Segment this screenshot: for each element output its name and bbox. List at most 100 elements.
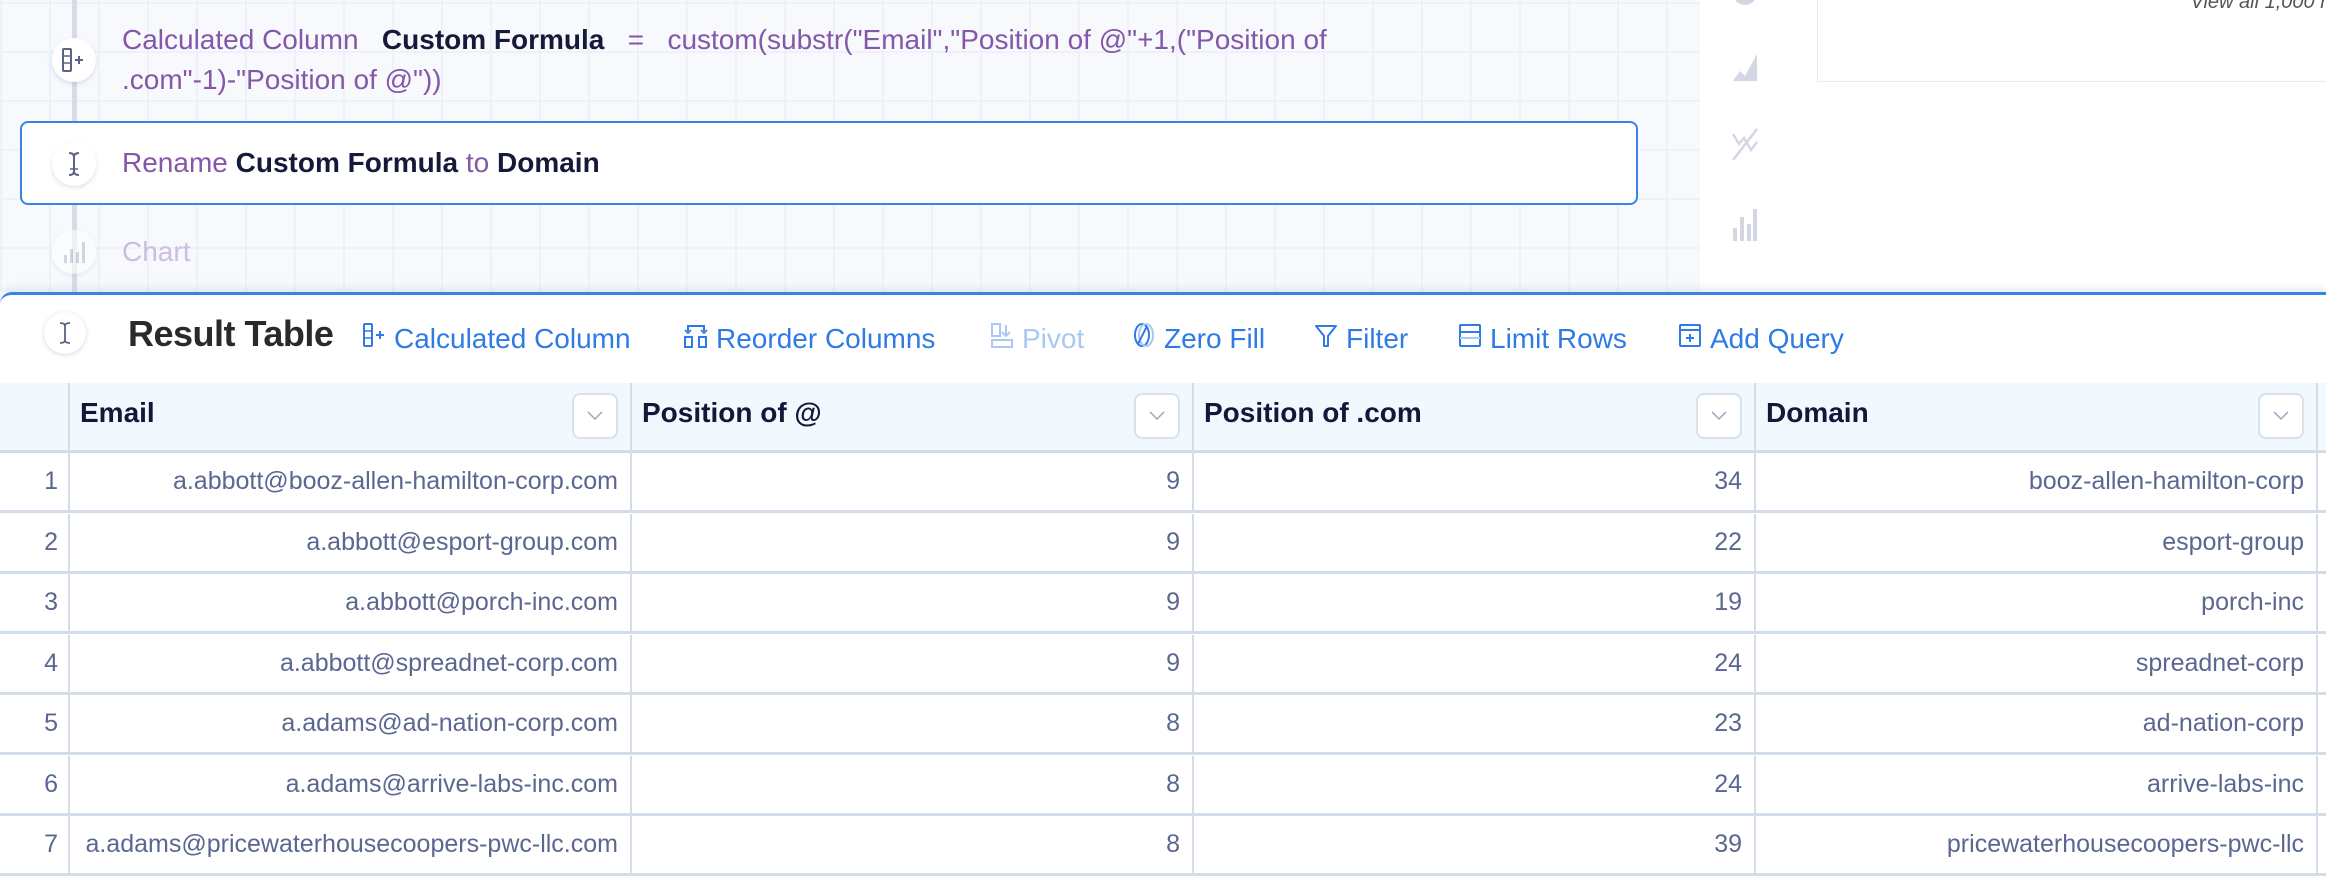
reorder-columns-label: Reorder Columns (716, 323, 935, 355)
step-connector: to (466, 147, 489, 178)
step-type: Rename (122, 147, 228, 178)
pivot-icon (990, 321, 1014, 356)
pipeline-step-calculated-column[interactable]: Calculated Column Custom Formula = custo… (122, 20, 1422, 100)
pipeline-step-chart[interactable]: Chart (122, 232, 190, 272)
bar-chart-icon[interactable] (1732, 208, 1758, 242)
step-rename-from: Custom Formula (236, 147, 458, 178)
cell-email[interactable]: a.adams@pricewaterhousecoopers-pwc-llc.c… (70, 816, 632, 873)
area-chart-icon[interactable] (1732, 50, 1758, 84)
cell-position-of-at[interactable]: 9 (632, 574, 1194, 631)
cell-email[interactable]: a.adams@arrive-labs-inc.com (70, 756, 632, 813)
add-query-icon (1678, 321, 1702, 356)
cell-domain[interactable]: booz-allen-hamilton-corp (1756, 453, 2318, 510)
cell-position-of-com[interactable]: 24 (1194, 756, 1756, 813)
cell-domain[interactable]: arrive-labs-inc (1756, 756, 2318, 813)
cell-position-of-com[interactable]: 22 (1194, 514, 1756, 571)
limit-rows-button[interactable]: Limit Rows (1458, 321, 1627, 356)
pipeline-panel: Calculated Column Custom Formula = custo… (0, 0, 1700, 292)
column-label: Position of .com (1204, 397, 1422, 429)
cell-position-of-com[interactable]: 34 (1194, 453, 1756, 510)
limit-rows-label: Limit Rows (1490, 323, 1627, 355)
pie-chart-icon[interactable] (1732, 0, 1758, 14)
column-header-position-of-at[interactable]: Position of @ (632, 383, 1194, 453)
calculated-column-button[interactable]: Calculated Column (362, 321, 631, 356)
step-column-name: Custom Formula (382, 24, 604, 55)
result-table-title: Result Table (128, 313, 333, 355)
filter-icon (1314, 321, 1338, 356)
column-label: Position of @ (642, 397, 822, 429)
limit-rows-icon (1458, 321, 1482, 356)
column-menu-chevron-down-icon[interactable] (572, 393, 618, 439)
cell-position-of-at[interactable]: 9 (632, 635, 1194, 692)
calculated-column-label: Calculated Column (394, 323, 631, 355)
rename-cursor-icon[interactable] (44, 312, 86, 354)
reorder-columns-button[interactable]: Reorder Columns (684, 321, 935, 356)
column-label: Domain (1766, 397, 1869, 429)
cell-email[interactable]: a.abbott@esport-group.com (70, 514, 632, 571)
zero-fill-button[interactable]: Zero Fill (1132, 321, 1265, 356)
filter-button[interactable]: Filter (1314, 321, 1408, 356)
table-row[interactable]: 1a.abbott@booz-allen-hamilton-corp.com93… (0, 453, 2326, 513)
cell-position-of-at[interactable]: 9 (632, 514, 1194, 571)
cell-position-of-at[interactable]: 8 (632, 695, 1194, 752)
row-number[interactable]: 6 (0, 756, 70, 813)
cell-domain[interactable]: ad-nation-corp (1756, 695, 2318, 752)
cell-domain[interactable]: spreadnet-corp (1756, 635, 2318, 692)
row-number[interactable]: 2 (0, 514, 70, 571)
column-menu-chevron-down-icon[interactable] (1134, 393, 1180, 439)
cell-position-of-com[interactable]: 24 (1194, 635, 1756, 692)
table-row[interactable]: 5a.adams@ad-nation-corp.com823ad-nation-… (0, 695, 2326, 755)
pivot-label: Pivot (1022, 323, 1084, 355)
pivot-button[interactable]: Pivot (990, 321, 1084, 356)
cell-position-of-at[interactable]: 9 (632, 453, 1194, 510)
row-number[interactable]: 3 (0, 574, 70, 631)
table-row[interactable]: 6a.adams@arrive-labs-inc.com824arrive-la… (0, 756, 2326, 816)
add-query-button[interactable]: Add Query (1678, 321, 1844, 356)
cell-email[interactable]: a.abbott@spreadnet-corp.com (70, 635, 632, 692)
row-number-header (0, 383, 70, 453)
view-all-rows-link[interactable]: View all 1,000 ro (2191, 0, 2326, 14)
table-row[interactable]: 7a.adams@pricewaterhousecoopers-pwc-llc.… (0, 816, 2326, 876)
bar-chart-icon[interactable] (52, 230, 96, 274)
column-header-position-of-com[interactable]: Position of .com (1194, 383, 1756, 453)
row-number[interactable]: 7 (0, 816, 70, 873)
column-label: Email (80, 397, 155, 429)
result-table-card: Result Table Calculated Column Reorder C… (0, 292, 2326, 885)
column-menu-chevron-down-icon[interactable] (2258, 393, 2304, 439)
cell-position-of-at[interactable]: 8 (632, 756, 1194, 813)
cell-email[interactable]: a.adams@ad-nation-corp.com (70, 695, 632, 752)
column-header-domain[interactable]: Domain (1756, 383, 2318, 453)
add-query-label: Add Query (1710, 323, 1844, 355)
cell-position-of-com[interactable]: 39 (1194, 816, 1756, 873)
cell-position-of-com[interactable]: 23 (1194, 695, 1756, 752)
reorder-columns-icon (684, 321, 708, 356)
row-number[interactable]: 5 (0, 695, 70, 752)
chart-preview-box: View all 1,000 ro (1817, 0, 2326, 82)
cell-domain[interactable]: esport-group (1756, 514, 2318, 571)
cell-domain[interactable]: pricewaterhousecoopers-pwc-llc (1756, 816, 2318, 873)
result-table-toolbar: Result Table Calculated Column Reorder C… (0, 295, 2326, 385)
column-header-email[interactable]: Email (70, 383, 632, 453)
step-rename-to: Domain (497, 147, 600, 178)
cell-email[interactable]: a.abbott@porch-inc.com (70, 574, 632, 631)
cell-email[interactable]: a.abbott@booz-allen-hamilton-corp.com (70, 453, 632, 510)
step-type: Calculated Column (122, 24, 359, 55)
zero-fill-icon (1132, 321, 1156, 356)
cell-position-of-at[interactable]: 8 (632, 816, 1194, 873)
column-menu-chevron-down-icon[interactable] (1696, 393, 1742, 439)
grid-header: Email Position of @ Position of .com Dom… (0, 383, 2326, 453)
table-row[interactable]: 2a.abbott@esport-group.com922esport-grou… (0, 514, 2326, 574)
line-chart-icon[interactable] (1732, 128, 1758, 162)
calculated-column-icon (362, 321, 386, 356)
pipeline-step-rename[interactable]: Rename Custom Formula to Domain (122, 143, 600, 183)
cell-domain[interactable]: porch-inc (1756, 574, 2318, 631)
row-number[interactable]: 4 (0, 635, 70, 692)
zero-fill-label: Zero Fill (1164, 323, 1265, 355)
table-row[interactable]: 3a.abbott@porch-inc.com919porch-inc (0, 574, 2326, 634)
rename-cursor-icon[interactable] (52, 142, 96, 186)
filter-label: Filter (1346, 323, 1408, 355)
cell-position-of-com[interactable]: 19 (1194, 574, 1756, 631)
row-number[interactable]: 1 (0, 453, 70, 510)
table-row[interactable]: 4a.abbott@spreadnet-corp.com924spreadnet… (0, 635, 2326, 695)
calculated-column-icon[interactable] (52, 38, 96, 82)
